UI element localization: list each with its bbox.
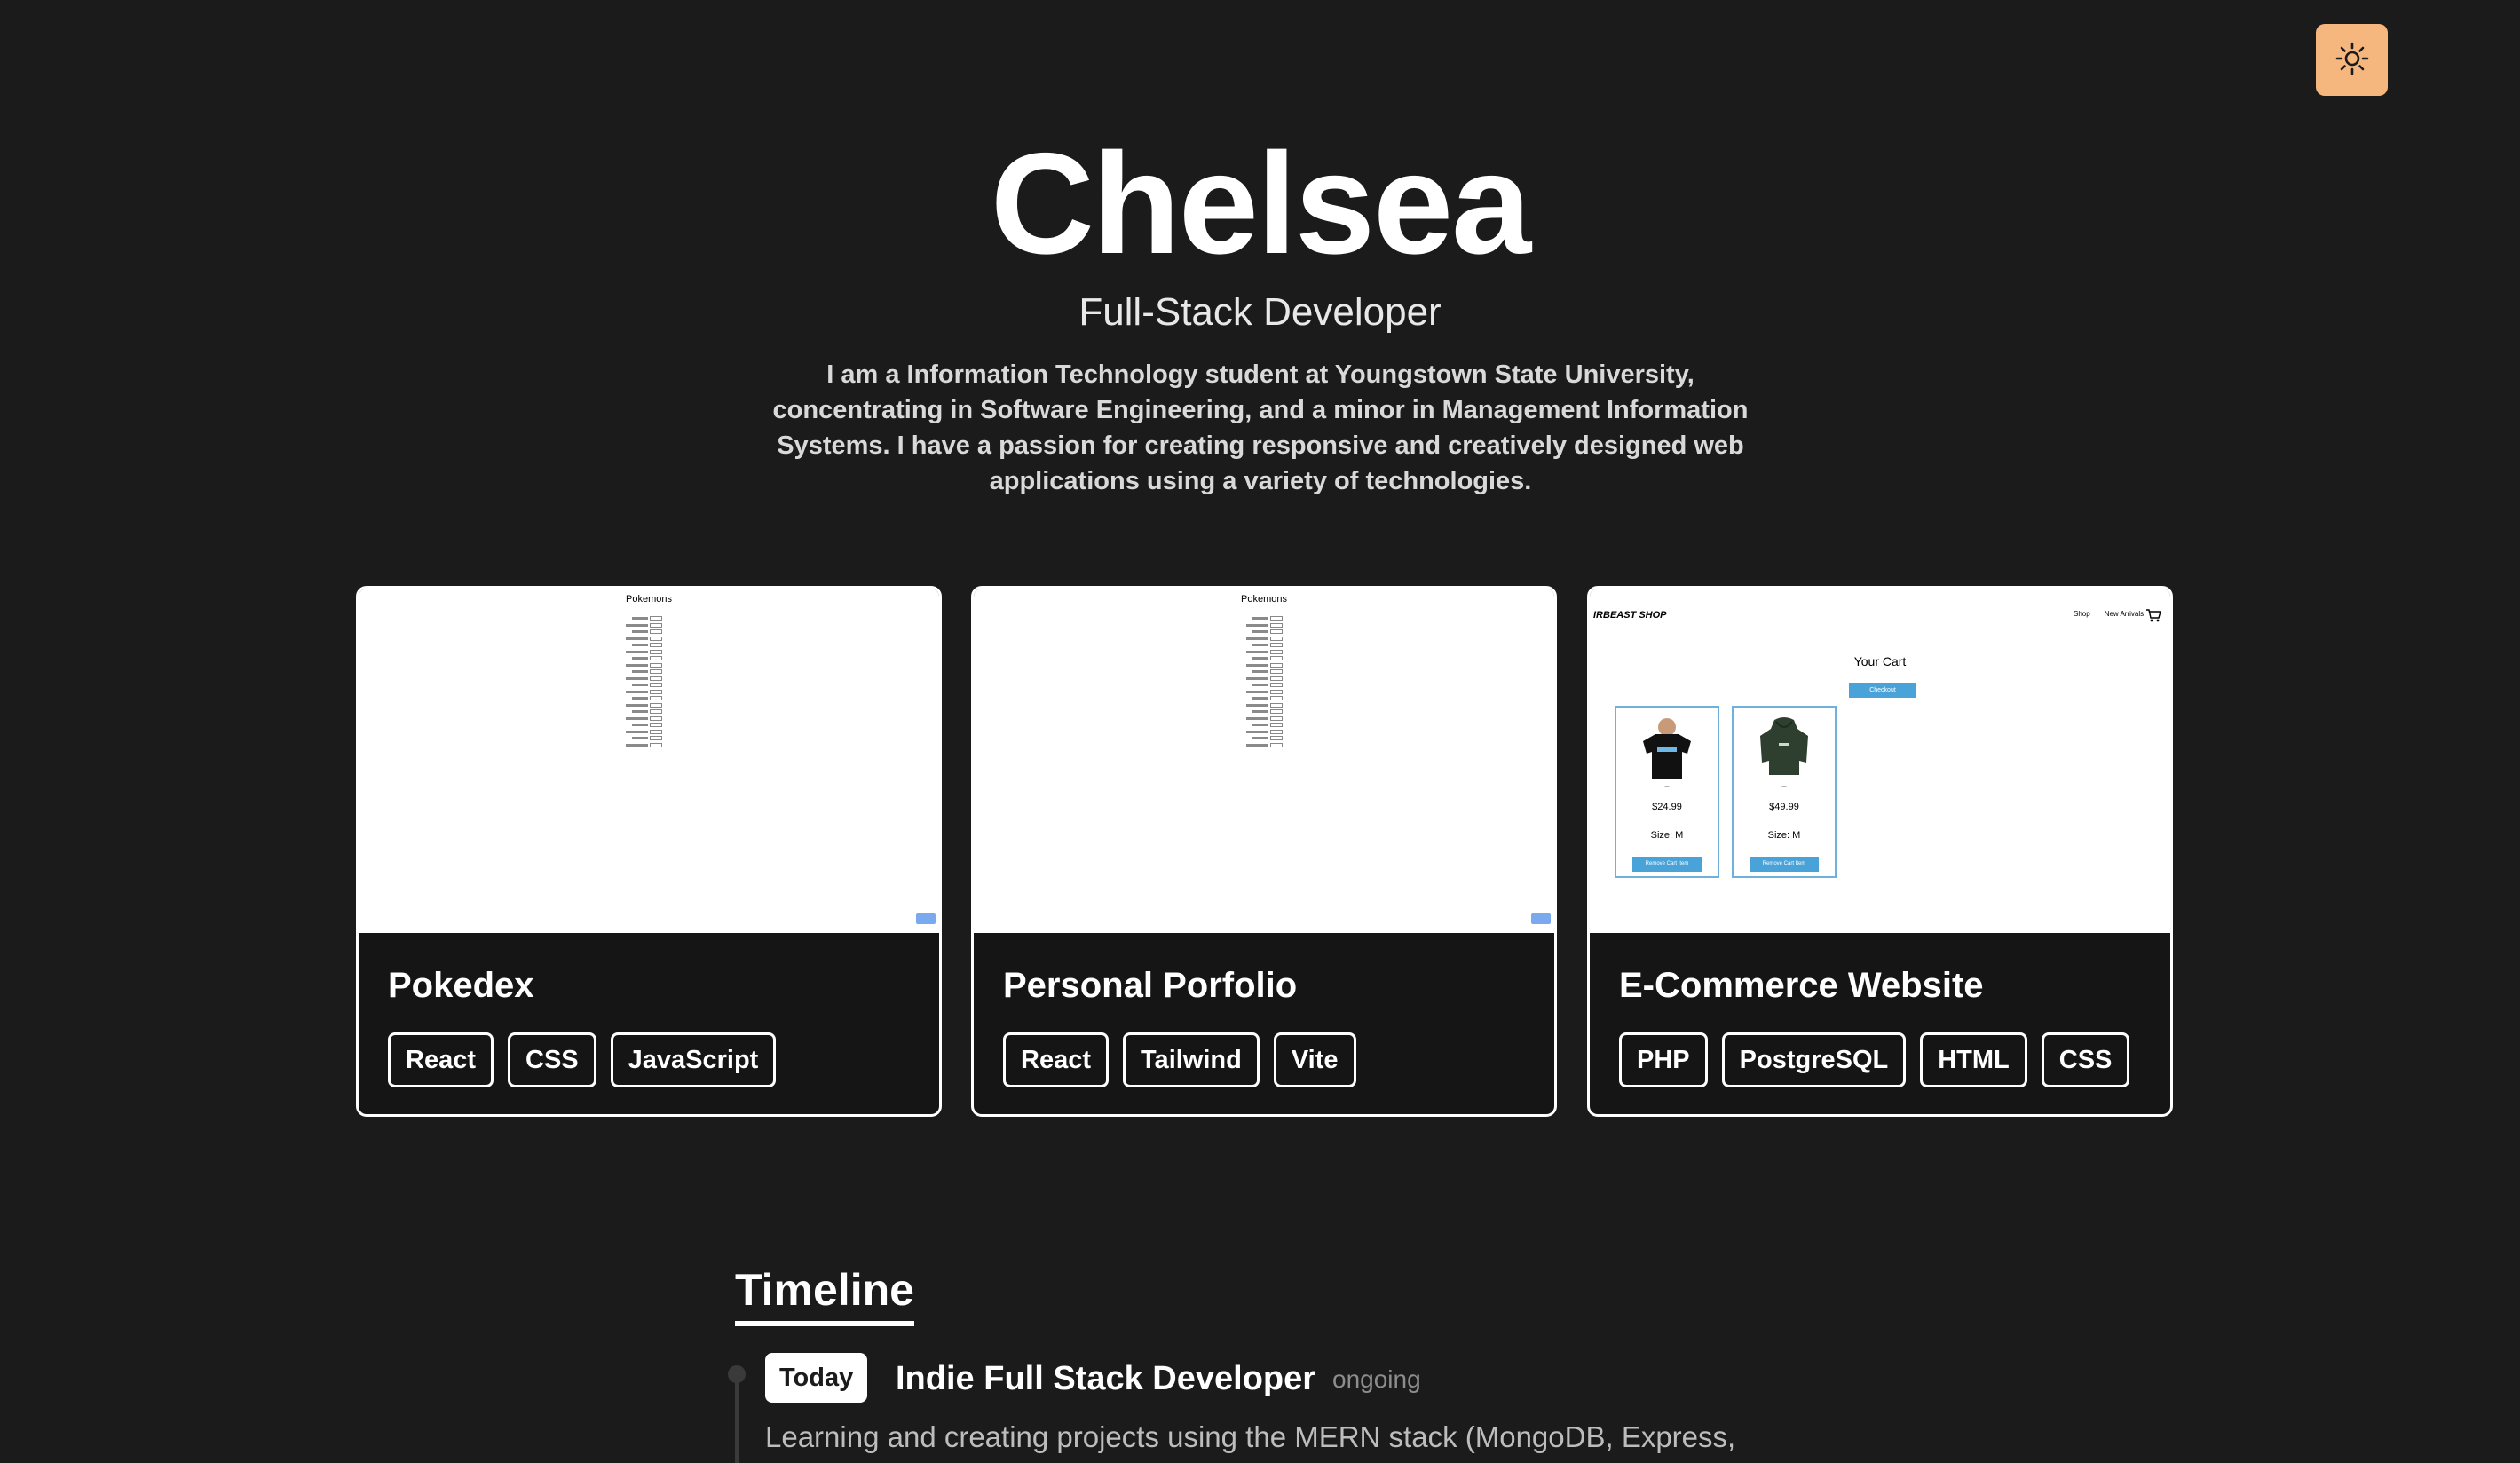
project-tags: PHP PostgreSQL HTML CSS: [1619, 1032, 2130, 1087]
preview-list-row: [1242, 735, 1295, 742]
preview-list-row: [1242, 716, 1295, 723]
project-preview-image: IRBEAST SHOP Shop New Arrivals Your Cart…: [1590, 589, 2170, 933]
tag-react: React: [1003, 1032, 1109, 1087]
tag-html: HTML: [1920, 1032, 2027, 1087]
theme-toggle-button[interactable]: [2316, 24, 2388, 96]
project-tags: React CSS JavaScript: [388, 1032, 777, 1087]
preview-list-row: [621, 729, 675, 736]
preview-nav-item: New Arrivals: [2104, 610, 2145, 618]
hero-bio: I am a Information Technology student at…: [772, 360, 1749, 495]
preview-list-row: [621, 615, 675, 622]
preview-list-row: [1242, 695, 1295, 702]
project-title: E-Commerce Website: [1619, 966, 1984, 1005]
preview-list-row: [1242, 676, 1295, 683]
tag-css: CSS: [508, 1032, 596, 1087]
timeline-dot: [728, 1365, 746, 1383]
preview-product-name: —: [1781, 784, 1787, 789]
preview-list-row: [621, 676, 675, 683]
preview-remove-button: Remove Cart Item: [1750, 857, 1819, 872]
preview-list-row: [621, 716, 675, 723]
project-tags: React Tailwind Vite: [1003, 1032, 1356, 1087]
timeline-item-title: Indie Full Stack Developer: [896, 1360, 1316, 1397]
hero-name: Chelsea: [990, 123, 1531, 284]
preview-list-row: [1242, 636, 1295, 643]
preview-list-row: [621, 642, 675, 649]
preview-list-row: [1242, 742, 1295, 749]
preview-list-row: [621, 742, 675, 749]
hero-role: Full-Stack Developer: [1078, 290, 1442, 334]
tag-react: React: [388, 1032, 494, 1087]
preview-product-name: —: [1664, 784, 1670, 789]
tag-tailwind: Tailwind: [1123, 1032, 1260, 1087]
preview-list-row: [621, 655, 675, 662]
preview-list-row: [1242, 689, 1295, 696]
project-title: Pokedex: [388, 966, 534, 1005]
preview-list-row: [1242, 729, 1295, 736]
preview-list-row: [1242, 649, 1295, 656]
preview-heading: Pokemons: [1241, 594, 1287, 605]
preview-product-price: $49.99: [1769, 802, 1799, 812]
project-card-personal-portfolio[interactable]: Pokemons Personal Porfolio React Tailwin…: [971, 586, 1557, 1117]
preview-list-row: [1242, 622, 1295, 629]
preview-badge: [1531, 913, 1551, 924]
preview-list-row: [621, 622, 675, 629]
tag-javascript: JavaScript: [610, 1032, 777, 1087]
preview-list-row: [621, 702, 675, 709]
preview-list-row: [1242, 702, 1295, 709]
preview-list-row: [621, 662, 675, 669]
preview-product-price: $24.99: [1652, 802, 1682, 812]
project-card-e-commerce[interactable]: IRBEAST SHOP Shop New Arrivals Your Cart…: [1587, 586, 2173, 1117]
preview-nav-item: Shop: [2074, 610, 2090, 618]
tshirt-image: [1634, 713, 1700, 779]
preview-product-size: Size: M: [1767, 830, 1801, 841]
project-preview-image: Pokemons: [359, 589, 939, 933]
preview-list-row: [1242, 655, 1295, 662]
preview-list-row: [621, 722, 675, 729]
project-preview-image: Pokemons: [974, 589, 1554, 933]
preview-list-row: [1242, 722, 1295, 729]
timeline-item-status: ongoing: [1332, 1365, 1421, 1393]
preview-list-row: [621, 689, 675, 696]
project-card-pokedex[interactable]: Pokemons Pokedex React CSS JavaScript: [356, 586, 942, 1117]
tag-postgresql: PostgreSQL: [1721, 1032, 1907, 1087]
preview-nav: Shop New Arrivals: [2074, 610, 2144, 618]
preview-logo: IRBEAST SHOP: [1593, 610, 1667, 621]
preview-remove-button: Remove Cart Item: [1632, 857, 1702, 872]
preview-list-row: [621, 649, 675, 656]
preview-list-row: [621, 735, 675, 742]
preview-list-row: [621, 708, 675, 716]
preview-product-card: — $49.99 Size: M Remove Cart Item: [1732, 706, 1837, 878]
preview-list-row: [1242, 662, 1295, 669]
timeline-date-badge: Today: [765, 1353, 868, 1403]
timeline-heading: Timeline: [735, 1259, 914, 1326]
timeline-line: [735, 1374, 739, 1463]
preview-list-row: [1242, 615, 1295, 622]
timeline-item-description: Learning and creating projects using the…: [765, 1420, 1736, 1453]
tag-php: PHP: [1619, 1032, 1708, 1087]
preview-list-row: [1242, 642, 1295, 649]
tag-vite: Vite: [1273, 1032, 1356, 1087]
preview-list-row: [621, 636, 675, 643]
preview-list-row: [621, 695, 675, 702]
preview-list-row: [621, 682, 675, 689]
preview-list-row: [621, 668, 675, 676]
preview-badge: [916, 913, 936, 924]
tag-css: CSS: [2041, 1032, 2130, 1087]
project-title: Personal Porfolio: [1003, 966, 1298, 1005]
preview-heading: Pokemons: [626, 594, 672, 605]
preview-list-row: [1242, 682, 1295, 689]
preview-product-size: Size: M: [1650, 830, 1684, 841]
preview-list-row: [1242, 668, 1295, 676]
preview-heading: Your Cart: [1853, 654, 1907, 668]
preview-list: [1242, 615, 1295, 748]
preview-product-card: — $24.99 Size: M Remove Cart Item: [1615, 706, 1719, 878]
preview-list: [621, 615, 675, 748]
sun-icon: [2334, 41, 2370, 79]
preview-checkout-button: Checkout: [1849, 683, 1916, 698]
hoodie-image: [1751, 713, 1817, 779]
cart-icon: [2145, 608, 2161, 627]
preview-list-row: [1242, 629, 1295, 636]
preview-list-row: [1242, 708, 1295, 716]
preview-list-row: [621, 629, 675, 636]
